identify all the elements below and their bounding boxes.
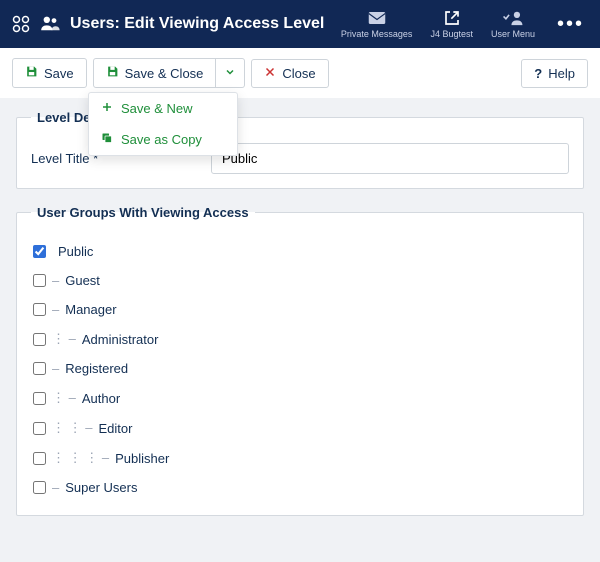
page-title: Users: Edit Viewing Access Level [70, 15, 324, 33]
group-list: Public– Guest– Manager⋮ – Administrator–… [31, 238, 569, 501]
fieldset-legend: User Groups With Viewing Access [31, 205, 255, 220]
save-copy-item[interactable]: Save as Copy [89, 124, 237, 155]
top-bar-left: Users: Edit Viewing Access Level [12, 15, 324, 34]
users-icon [40, 15, 60, 34]
save-icon [25, 65, 38, 81]
chevron-down-icon [224, 66, 236, 81]
nav-label: User Menu [491, 29, 535, 39]
joomla-logo-icon[interactable] [12, 15, 30, 33]
group-checkbox[interactable] [33, 333, 46, 346]
user-check-icon [502, 9, 524, 27]
group-row[interactable]: Public [33, 244, 567, 259]
group-row[interactable]: – Manager [33, 302, 567, 317]
more-menu-icon[interactable]: ••• [553, 13, 588, 36]
copy-icon [101, 132, 113, 147]
help-button[interactable]: ? Help [521, 59, 588, 88]
nav-site-link[interactable]: J4 Bugtest [430, 9, 473, 39]
group-label: Super Users [65, 480, 137, 495]
group-label: Manager [65, 302, 116, 317]
save-button[interactable]: Save [12, 58, 87, 88]
nav-label: J4 Bugtest [430, 29, 473, 39]
save-dropdown-menu: Save & New Save as Copy [88, 92, 238, 156]
top-bar-right: Private Messages J4 Bugtest User Menu ••… [341, 9, 588, 39]
plus-icon [101, 101, 113, 116]
save-icon [106, 65, 119, 81]
group-row[interactable]: ⋮ ⋮ ⋮ – Publisher [33, 450, 567, 466]
group-row[interactable]: – Super Users [33, 480, 567, 495]
close-icon [264, 66, 276, 81]
close-button[interactable]: Close [251, 59, 328, 88]
group-label: Editor [98, 421, 132, 436]
item-label: Save as Copy [121, 132, 202, 147]
user-groups-fieldset: User Groups With Viewing Access Public – … [16, 205, 584, 516]
group-label: Registered [65, 361, 128, 376]
tree-indent: ⋮ – [52, 331, 76, 347]
group-label: Publisher [115, 451, 169, 466]
nav-label: Private Messages [341, 29, 413, 39]
group-row[interactable]: ⋮ ⋮ – Editor [33, 420, 567, 436]
tree-indent: – [52, 302, 59, 317]
group-label: Guest [65, 273, 100, 288]
button-label: Help [548, 66, 575, 81]
group-row[interactable]: – Guest [33, 273, 567, 288]
content-area: Level Details Level Title * User Groups … [0, 98, 600, 552]
tree-indent: – [52, 480, 59, 495]
group-checkbox[interactable] [33, 362, 46, 375]
group-row[interactable]: ⋮ – Administrator [33, 331, 567, 347]
save-dropdown-toggle[interactable] [216, 58, 245, 88]
level-title-input[interactable] [211, 143, 569, 174]
group-label: Author [82, 391, 120, 406]
group-checkbox[interactable] [33, 303, 46, 316]
group-row[interactable]: – Registered [33, 361, 567, 376]
group-checkbox[interactable] [33, 481, 46, 494]
top-bar: Users: Edit Viewing Access Level Private… [0, 0, 600, 48]
item-label: Save & New [121, 101, 193, 116]
save-close-group: Save & Close [93, 58, 246, 88]
button-label: Save [44, 66, 74, 81]
nav-private-messages[interactable]: Private Messages [341, 9, 413, 39]
save-close-button[interactable]: Save & Close [93, 58, 217, 88]
button-label: Save & Close [125, 66, 204, 81]
toolbar: Save Save & Close Close ? Help Save & [0, 48, 600, 98]
tree-indent: ⋮ ⋮ ⋮ – [52, 450, 109, 466]
nav-user-menu[interactable]: User Menu [491, 9, 535, 39]
tree-indent: ⋮ – [52, 390, 76, 406]
group-checkbox[interactable] [33, 452, 46, 465]
group-label: Public [58, 244, 93, 259]
group-checkbox[interactable] [33, 422, 46, 435]
save-new-item[interactable]: Save & New [89, 93, 237, 124]
tree-indent: – [52, 361, 59, 376]
group-row[interactable]: ⋮ – Author [33, 390, 567, 406]
group-checkbox[interactable] [33, 392, 46, 405]
button-label: Close [282, 66, 315, 81]
envelope-icon [368, 9, 386, 27]
group-checkbox[interactable] [33, 274, 46, 287]
help-icon: ? [534, 66, 542, 81]
tree-indent: ⋮ ⋮ – [52, 420, 92, 436]
group-label: Administrator [82, 332, 159, 347]
tree-indent: – [52, 273, 59, 288]
external-link-icon [444, 9, 460, 27]
group-checkbox[interactable] [33, 245, 46, 258]
